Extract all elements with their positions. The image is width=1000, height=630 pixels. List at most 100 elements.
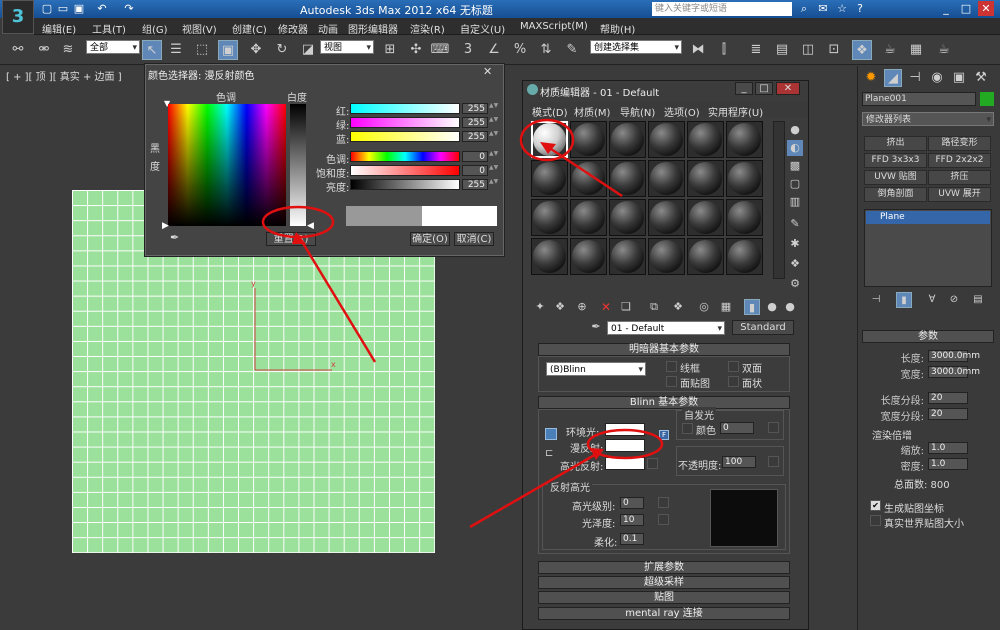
shader-basic-params-rollout[interactable]: 明暗器基本参数 [538,343,790,356]
material-sample-slot[interactable] [531,238,568,275]
configure-sets-icon[interactable]: ▤ [970,292,986,308]
me-menu-material[interactable]: 材质(M) [574,104,610,119]
material-navigator-icon[interactable]: ⚙ [787,276,803,292]
path-deform-button[interactable]: 路径变形 [928,136,991,151]
material-sample-slot[interactable] [726,160,763,197]
reset-button[interactable]: 重置(R) [266,232,316,246]
blue-value[interactable]: 255 [462,131,488,142]
create-tab-icon[interactable]: ✹ [862,69,880,87]
scale-icon[interactable]: ◪ [298,40,318,60]
move-icon[interactable]: ✥ [246,40,266,60]
glossiness-map-button[interactable] [658,514,669,525]
app-logo-icon[interactable]: 3 [2,0,34,34]
opacity-map-button[interactable] [768,456,779,467]
motion-tab-icon[interactable]: ◉ [928,69,946,87]
open-file-icon[interactable]: ▭ [56,2,70,15]
density-value[interactable]: 1.0 [928,458,968,470]
me-menu-utilities[interactable]: 实用程序(U) [708,104,763,119]
background-icon[interactable]: ▩ [787,158,803,174]
menu-group[interactable]: 组(G) [142,21,168,36]
green-value[interactable]: 255 [462,117,488,128]
shader-type-dropdown[interactable]: (B)Blinn [546,362,646,377]
me-menu-navigation[interactable]: 导航(N) [620,104,655,119]
me-menu-mode[interactable]: 模式(D) [532,104,568,119]
hierarchy-tab-icon[interactable]: ⊣ [906,69,924,87]
backlight-icon[interactable]: ◐ [787,140,803,156]
align-icon[interactable]: ⫿ [714,40,734,60]
object-name-field[interactable]: Plane001 [862,92,976,106]
menu-rendering[interactable]: 渲染(R) [410,21,445,36]
material-sample-slot[interactable] [687,121,724,158]
material-type-button[interactable]: Standard [732,320,794,335]
me-close-button[interactable]: ✕ [776,82,800,95]
menu-graph-editors[interactable]: 图形编辑器 [348,21,398,36]
blinn-basic-params-rollout[interactable]: Blinn 基本参数 [538,396,790,409]
cancel-button[interactable]: 取消(C) [454,232,494,246]
self-illum-color-checkbox[interactable] [682,423,693,434]
search-icon[interactable]: ⌕ [796,1,812,16]
copy-material-icon[interactable]: ❏ [618,299,634,315]
material-sample-slot[interactable] [687,160,724,197]
pin-stack-icon[interactable]: ⊣ [868,292,884,308]
rendered-frame-icon[interactable]: ▦ [906,40,926,60]
snap-3d-icon[interactable]: 3 [458,40,478,60]
material-sample-slot[interactable] [648,160,685,197]
material-sample-slot[interactable] [726,238,763,275]
value-spinner[interactable]: ▲▼ [489,179,498,190]
ambient-swatch[interactable] [605,423,645,436]
real-world-checkbox[interactable] [870,515,881,526]
uv-tiling-icon[interactable]: ▢ [787,176,803,192]
material-sample-slot[interactable] [609,121,646,158]
material-editor-icon[interactable]: ❖ [852,40,872,60]
minimize-button[interactable]: _ [938,1,954,16]
mirror-icon[interactable]: ⧓ [688,40,708,60]
red-value[interactable]: 255 [462,103,488,114]
get-material-icon[interactable]: ✦ [532,299,548,315]
scale-value[interactable]: 1.0 [928,442,968,454]
window-crossing-icon[interactable]: ▣ [218,40,238,60]
diffuse-map-button[interactable]: F [659,430,669,440]
whiteness-bar[interactable] [290,104,306,226]
help-icon[interactable]: ? [852,1,868,16]
menu-view[interactable]: 视图(V) [182,21,217,36]
face-map-checkbox[interactable] [666,376,677,387]
viewport-label[interactable]: [ + ][ 顶 ][ 真实 + 边面 ] [6,68,122,83]
extended-params-rollout[interactable]: 扩展参数 [538,561,790,574]
width-segs-value[interactable]: 20 [928,408,968,420]
stack-item-plane[interactable]: Plane [866,211,990,224]
length-segs-value[interactable]: 20 [928,392,968,404]
utilities-tab-icon[interactable]: ⚒ [972,69,990,87]
modifier-list-dropdown[interactable]: 修改器列表 [862,112,994,127]
render-production-icon[interactable]: ☕ [934,40,954,60]
wire-checkbox[interactable] [666,361,677,372]
spinner-snap-icon[interactable]: ⇅ [536,40,556,60]
options-icon[interactable]: ✱ [787,236,803,252]
lock-ambient-diffuse-icon[interactable] [545,428,557,440]
red-slider[interactable] [350,103,460,114]
rotate-icon[interactable]: ↻ [272,40,292,60]
redo-icon[interactable]: ↷ [122,2,136,15]
make-unique-icon[interactable]: ⧉ [646,299,662,315]
saturation-value[interactable]: 0 [462,165,488,176]
menu-create[interactable]: 创建(C) [232,21,267,36]
specular-swatch[interactable] [605,457,645,470]
squeeze-button[interactable]: 挤压 [928,170,991,185]
material-sample-slot[interactable] [531,199,568,236]
ok-button[interactable]: 确定(O) [410,232,450,246]
slots-scrollbar[interactable] [773,121,785,279]
menu-modifiers[interactable]: 修改器 [278,21,308,36]
menu-tools[interactable]: 工具(T) [92,21,126,36]
menu-customize[interactable]: 自定义(U) [460,21,505,36]
assign-material-icon[interactable]: ⊕ [574,299,590,315]
self-illum-value[interactable]: 0 [720,422,754,434]
maximize-button[interactable]: □ [958,1,974,16]
maps-rollout[interactable]: 贴图 [538,591,790,604]
hue-slider[interactable] [350,151,460,162]
pivot-center-icon[interactable]: ⊞ [380,40,400,60]
show-end-result-toggle-icon[interactable]: ▮ [896,292,912,308]
remove-modifier-icon[interactable]: ⊘ [946,292,962,308]
spec-level-value[interactable]: 0 [620,497,644,509]
menu-edit[interactable]: 编辑(E) [42,21,76,36]
menu-help[interactable]: 帮助(H) [600,21,635,36]
menu-animation[interactable]: 动画 [318,21,338,36]
